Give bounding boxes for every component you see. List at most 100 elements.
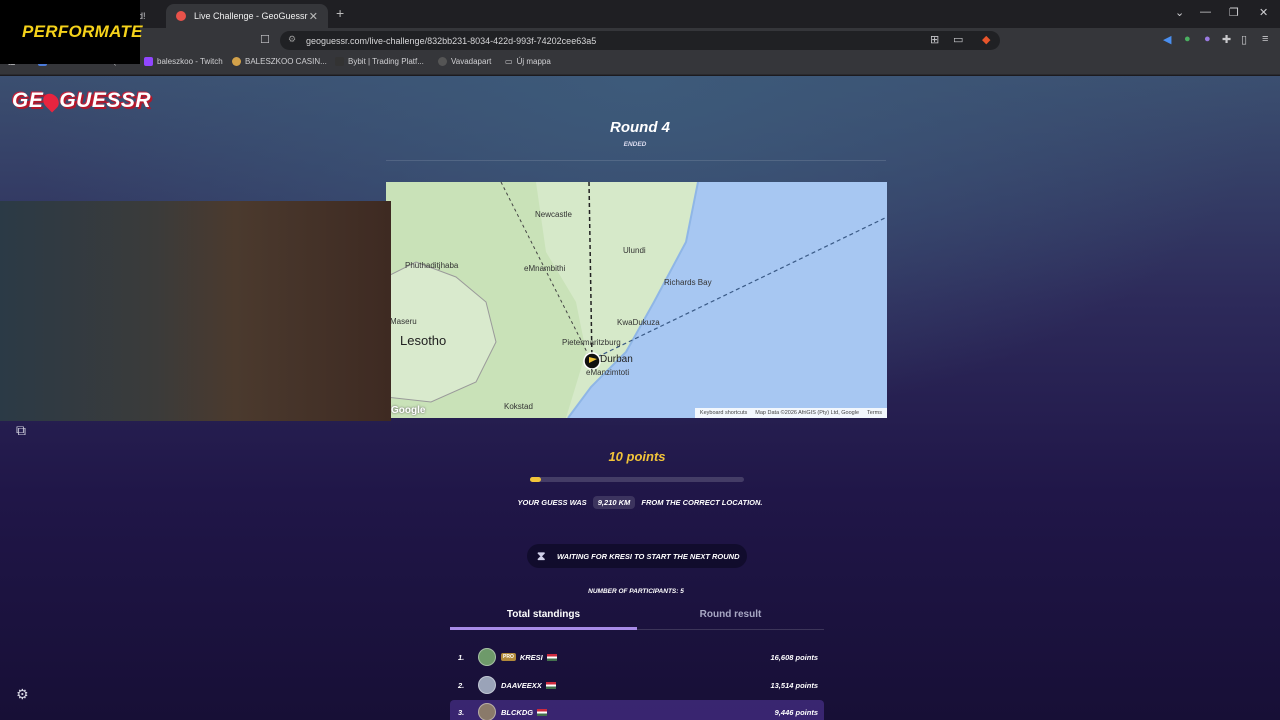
browser-tab-active[interactable]: Live Challenge - GeoGuessr ✕	[166, 4, 328, 28]
bookmark-star-icon[interactable]: ☐	[260, 33, 270, 46]
hungary-flag-icon	[546, 653, 557, 661]
tab-label: Live Challenge - GeoGuessr	[194, 11, 308, 21]
tab-round-result[interactable]: Round result	[637, 604, 824, 630]
menu-icon[interactable]: ≡	[1262, 33, 1268, 45]
row-rank: 2.	[458, 680, 465, 690]
row-rank: 3.	[458, 707, 465, 717]
brand-text: PERFORMATE	[22, 22, 143, 41]
participants-count: NUMBER OF PARTICIPANTS: 5	[588, 588, 684, 595]
game-page: GE GUESSR Round 4 ENDED Lesotho Durban Ne…	[0, 76, 1280, 720]
browser-tabbar: orld! Live Challenge - GeoGuessr ✕ + ⌄ —…	[0, 0, 1280, 28]
minimize-icon[interactable]: —	[1200, 6, 1211, 18]
address-toolbar: ☐ ⚙ geoguessr.com/live-challenge/832bb23…	[0, 28, 1280, 53]
webcam-overlay	[0, 201, 391, 421]
standings-row-current-user[interactable]: 3. BLCKDG 9,446 points	[450, 700, 824, 720]
restore-icon[interactable]: ❐	[1229, 6, 1239, 19]
new-tab-button[interactable]: +	[336, 5, 344, 21]
translate-icon[interactable]: ⊞	[930, 33, 939, 46]
row-rank: 1.	[458, 652, 465, 662]
standings-row[interactable]: 1. PRO KRESI 16,608 points	[450, 645, 824, 669]
geoguessr-logo[interactable]: GE GUESSR	[12, 89, 151, 113]
tab-total-standings[interactable]: Total standings	[450, 604, 637, 630]
player-name: KRESI	[519, 652, 543, 662]
bookmark-favicon-icon	[438, 57, 447, 66]
map-label-lesotho: Lesotho	[400, 333, 447, 348]
round-points: 10 points	[608, 449, 666, 464]
bookmark-favicon-icon	[232, 57, 241, 66]
bybit-icon	[335, 57, 344, 66]
hungary-flag-icon	[537, 708, 548, 716]
bookmark-label: Bybit | Trading Platf...	[348, 57, 424, 66]
map-label-kokstad: Kokstad	[504, 402, 533, 411]
folder-icon: ▭	[505, 57, 513, 66]
bookmark-item[interactable]: baleszkoo - Twitch	[144, 57, 223, 66]
map-label-amanzimtoti: eManzimtoti	[586, 368, 630, 377]
pro-badge: PRO	[501, 653, 516, 661]
terms-link[interactable]: Terms	[867, 410, 882, 416]
bookmarks-bar: ▦ decerezo levelek (1... baleszkoo - Twi…	[0, 53, 1280, 75]
player-points: 9,446 points	[774, 707, 818, 717]
bookmark-label: BALESZKOO CASIN...	[245, 57, 327, 66]
map-label-ulundi: Ulundi	[623, 246, 646, 255]
map-label-newcastle: Newcastle	[535, 210, 572, 219]
guess-distance-line: YOUR GUESS WAS 9,210 KM FROM THE CORRECT…	[440, 496, 840, 509]
bookmark-folder[interactable]: ▭ Új mappa	[505, 57, 551, 66]
settings-gear-icon[interactable]: ⚙	[16, 686, 29, 703]
score-progress-fill	[530, 477, 541, 482]
site-info-icon[interactable]: ⚙	[288, 34, 296, 45]
bookmark-item[interactable]: Vavadapart	[438, 57, 491, 66]
close-window-icon[interactable]: ✕	[1259, 6, 1268, 19]
url-text: geoguessr.com/live-challenge/832bb231-80…	[306, 35, 597, 46]
close-tab-icon[interactable]: ✕	[309, 10, 318, 23]
pin-icon	[40, 90, 63, 113]
avatar	[478, 703, 496, 720]
extensions-puzzle-icon[interactable]: ✚	[1222, 33, 1231, 46]
standings-row[interactable]: 2. DAAVEEXX 13,514 points	[450, 673, 824, 697]
google-logo: Google	[391, 405, 426, 416]
distance-pill: 9,210 KM	[592, 496, 636, 509]
result-map[interactable]: Lesotho Durban Newcastle Phuthaditjhaba …	[386, 182, 887, 418]
score-progress-bar	[530, 477, 744, 482]
guess-suffix: FROM THE CORRECT LOCATION.	[641, 498, 763, 507]
player-points: 16,608 points	[770, 652, 818, 662]
geoguessr-favicon-icon	[176, 11, 186, 21]
bookmark-label: Új mappa	[516, 57, 551, 66]
bookmark-label: baleszkoo - Twitch	[157, 57, 223, 66]
address-bar[interactable]: ⚙ geoguessr.com/live-challenge/832bb231-…	[280, 31, 1000, 50]
hungary-flag-icon	[545, 681, 556, 689]
sidebar-toggle-icon[interactable]: ▯	[1241, 33, 1247, 46]
brave-shield-icon[interactable]: ◆	[982, 33, 990, 46]
waiting-banner: ⧗ WAITING FOR KRESI TO START THE NEXT RO…	[527, 544, 747, 568]
twitch-icon	[144, 57, 153, 66]
bookmark-item[interactable]: Bybit | Trading Platf...	[335, 57, 424, 66]
map-label-kwadukuza: KwaDukuza	[617, 318, 660, 327]
guess-prefix: YOUR GUESS WAS	[517, 498, 587, 507]
round-status: ENDED	[623, 141, 647, 148]
avatar	[478, 676, 496, 694]
tab-search-icon[interactable]: ⌄	[1175, 6, 1184, 19]
player-name: DAAVEEXX	[501, 680, 542, 690]
hourglass-icon: ⧗	[537, 549, 546, 563]
avatar	[478, 648, 496, 666]
logo-text: GE GUESSR	[12, 89, 152, 113]
audio-icon[interactable]: ◀	[1163, 33, 1171, 46]
standings-tabs: Total standings Round result	[450, 604, 824, 630]
extension-2-icon[interactable]: ●	[1204, 33, 1211, 45]
bookmark-item[interactable]: BALESZKOO CASIN...	[232, 57, 327, 66]
extension-icon[interactable]: ●	[1184, 33, 1191, 45]
map-canvas	[386, 182, 887, 418]
side-panel-icon[interactable]: ⧉	[16, 422, 26, 439]
performate-brand-overlay: PERFORMATE	[0, 0, 143, 64]
round-title: Round 4	[610, 119, 670, 136]
map-data-text: Map Data ©2026 AfriGIS (Pty) Ltd, Google	[755, 410, 860, 416]
player-points: 13,514 points	[770, 680, 818, 690]
map-label-phuthaditjhaba: Phuthaditjhaba	[405, 261, 459, 270]
divider	[386, 160, 886, 161]
map-attribution: Keyboard shortcuts Map Data ©2026 AfriGI…	[694, 408, 887, 418]
map-label-pietermaritzburg: Pietermaritzburg	[562, 338, 621, 347]
map-label-maseru: Maseru	[390, 317, 417, 326]
player-name: BLCKDG	[501, 707, 534, 717]
map-label-durban: Durban	[600, 354, 633, 365]
cast-icon[interactable]: ▭	[953, 33, 963, 46]
keyboard-shortcuts-link[interactable]: Keyboard shortcuts	[700, 410, 747, 416]
